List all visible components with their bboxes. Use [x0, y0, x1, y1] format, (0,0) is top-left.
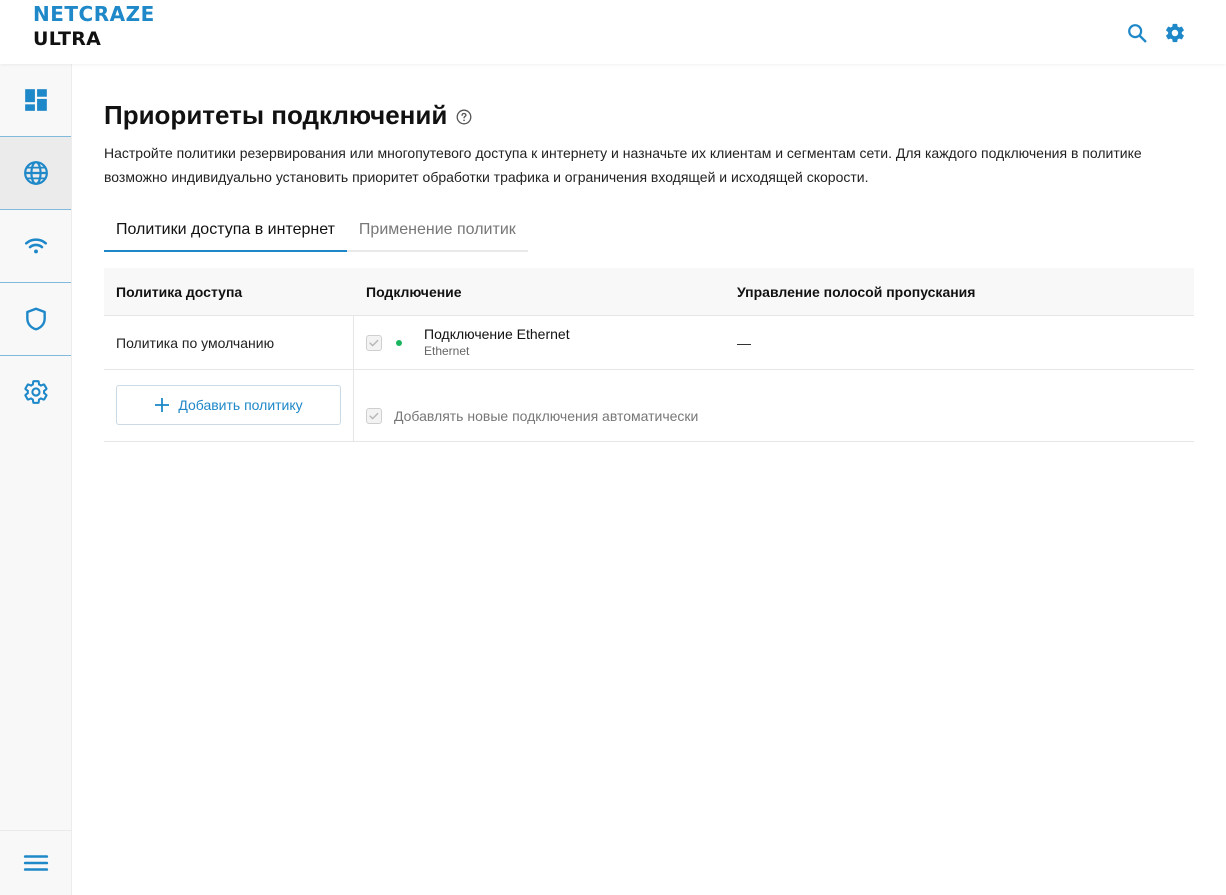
sidebar-item-internet[interactable] [0, 137, 71, 209]
connection-checkbox[interactable] [366, 334, 382, 351]
gear-icon[interactable] [1164, 22, 1186, 44]
status-dot [396, 339, 402, 346]
auto-add-label: Добавлять новые подключения автоматическ… [394, 408, 699, 424]
check-icon [369, 339, 379, 346]
connection-cell: Подключение Ethernet Ethernet [354, 316, 725, 369]
table-header: Политика доступа Подключение Управление … [104, 268, 1194, 316]
sidebar [0, 64, 72, 895]
connection-type: Ethernet [424, 343, 470, 358]
search-icon[interactable] [1126, 22, 1148, 44]
auto-add-cell: Добавлять новые подключения автоматическ… [354, 370, 698, 441]
tabs: Политики доступа в интернет Применение п… [104, 218, 528, 252]
policy-name[interactable]: Политика по умолчанию [104, 316, 354, 369]
hamburger-icon [23, 855, 48, 871]
tab-policy-application[interactable]: Применение политик [347, 218, 528, 250]
check-icon [369, 412, 379, 420]
page-title: Приоритеты подключений [104, 100, 448, 130]
menu-toggle-button[interactable] [0, 830, 71, 895]
brand-name: NETCRAZE [33, 2, 155, 26]
add-policy-label: Добавить политику [178, 397, 303, 413]
shield-icon [25, 307, 46, 331]
gear-icon [23, 380, 48, 404]
top-header: NETCRAZE ULTRA [0, 0, 1226, 64]
brand-model: ULTRA [33, 28, 102, 50]
column-header-connection: Подключение [366, 283, 462, 300]
globe-icon [23, 161, 48, 185]
help-icon[interactable] [456, 109, 472, 125]
sidebar-item-wifi[interactable] [0, 210, 71, 282]
sidebar-item-security[interactable] [0, 283, 71, 355]
brand-logo[interactable]: NETCRAZE ULTRA [33, 4, 155, 49]
header-actions [1126, 22, 1186, 44]
table-row: Политика по умолчанию Подключение Ethern… [104, 316, 1194, 370]
policies-table: Политика доступа Подключение Управление … [104, 268, 1194, 442]
tab-internet-policies[interactable]: Политики доступа в интернет [104, 218, 347, 252]
page-description: Настройте политики резервирования или мн… [104, 145, 1142, 185]
add-policy-cell: Добавить политику [104, 370, 354, 441]
add-policy-button[interactable]: Добавить политику [116, 385, 341, 425]
dashboard-icon [24, 89, 47, 111]
plus-icon [155, 398, 170, 412]
column-header-policy: Политика доступа [116, 283, 243, 300]
bandwidth-value: — [737, 334, 751, 351]
column-header-bandwidth: Управление полосой пропускания [737, 283, 976, 300]
connection-name: Подключение Ethernet [424, 325, 570, 342]
table-row-actions: Добавить политику Добавлять новые подклю… [104, 370, 1194, 442]
wifi-icon [24, 238, 47, 254]
connection-info: Подключение Ethernet Ethernet [424, 325, 570, 359]
sidebar-item-dashboard[interactable] [0, 64, 71, 136]
sidebar-item-settings[interactable] [0, 356, 71, 428]
title-row: Приоритеты подключений [104, 100, 472, 131]
auto-add-checkbox[interactable] [366, 408, 382, 424]
